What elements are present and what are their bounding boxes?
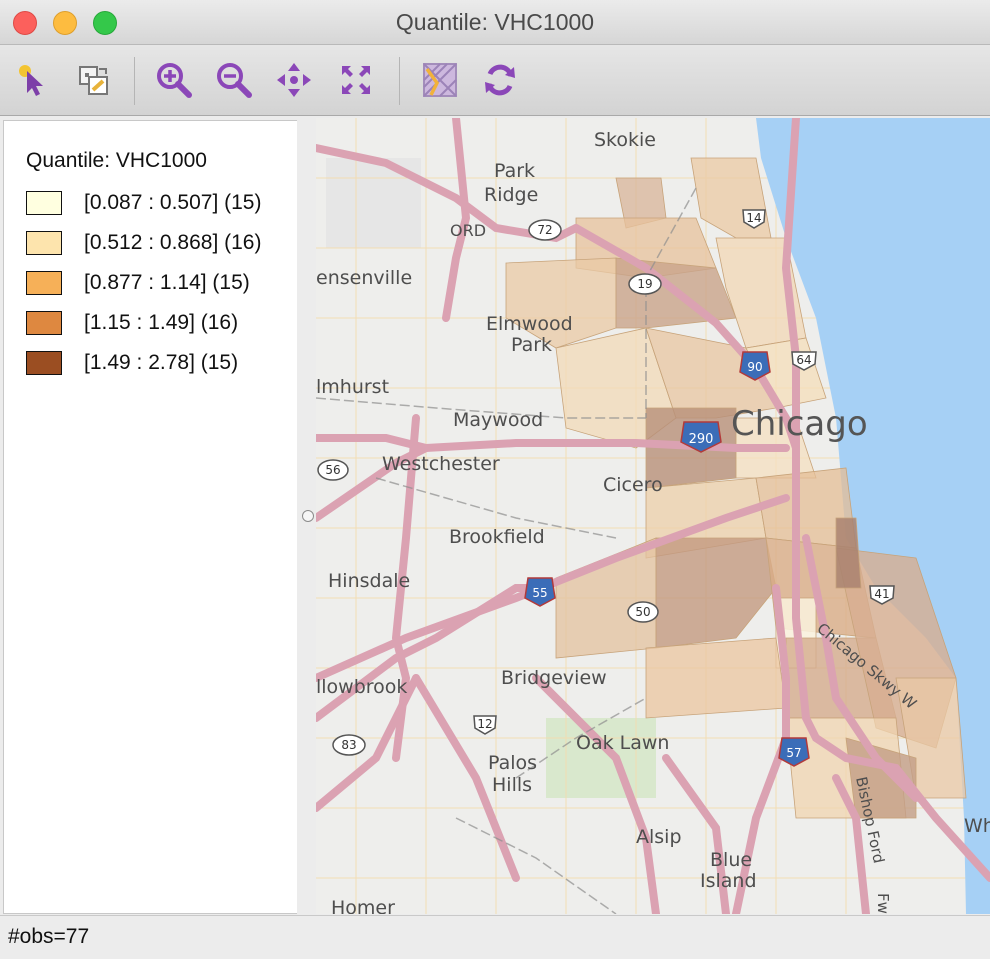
- shield-label: 83: [341, 738, 356, 752]
- zoom-in-button[interactable]: [154, 60, 194, 100]
- place-label: Maywood: [453, 409, 543, 431]
- basemap-toggle-icon: [423, 63, 457, 97]
- select-pointer-icon: [19, 65, 43, 96]
- legend-swatch: [26, 271, 62, 295]
- basemap-toggle-button[interactable]: [420, 60, 460, 100]
- place-label: Palos: [488, 752, 537, 774]
- place-label: Alsip: [636, 826, 682, 848]
- app-window: Quantile: VHC1000 Quantile: VHC1000 [0.0…: [0, 0, 990, 959]
- shield-label: 12: [477, 717, 492, 731]
- full-extent-button[interactable]: [336, 60, 376, 100]
- place-label: llowbrook: [316, 676, 407, 698]
- place-label: ensenville: [316, 267, 412, 289]
- legend-swatch: [26, 231, 62, 255]
- legend-title: Quantile: VHC1000: [26, 149, 207, 172]
- shield-label: 55: [532, 586, 547, 600]
- legend-item-label: [1.49 : 2.78] (15): [84, 351, 239, 374]
- pan-icon: [277, 63, 311, 97]
- place-label: Hills: [492, 774, 532, 796]
- refresh-icon: [485, 64, 515, 96]
- place-label: Brookfield: [449, 526, 545, 548]
- place-label: lmhurst: [316, 376, 389, 398]
- legend-item[interactable]: [1.15 : 1.49] (16): [26, 309, 238, 337]
- place-label: Park: [511, 334, 552, 356]
- place-label: Elmwood: [486, 313, 573, 335]
- legend-swatch: [26, 311, 62, 335]
- place-label: Hinsdale: [328, 570, 410, 592]
- copy-map-icon: [79, 66, 108, 95]
- place-label: Blue: [710, 849, 752, 871]
- full-extent-icon: [342, 66, 370, 94]
- shield-label: 56: [325, 463, 340, 477]
- shield-label: 14: [746, 211, 761, 225]
- legend-swatch: [26, 351, 62, 375]
- place-label: Park: [494, 160, 535, 182]
- shield-label: 41: [874, 587, 889, 601]
- split-handle[interactable]: [302, 510, 314, 522]
- legend-item[interactable]: [0.087 : 0.507] (15): [26, 189, 261, 217]
- place-label: Homer: [331, 897, 395, 914]
- legend-item[interactable]: [1.49 : 2.78] (15): [26, 349, 238, 377]
- place-label: Island: [700, 870, 757, 892]
- place-label: Wh: [964, 815, 990, 837]
- legend-panel: Quantile: VHC1000 [0.087 : 0.507] (15) […: [3, 120, 298, 914]
- pan-button[interactable]: [274, 60, 314, 100]
- legend-swatch: [26, 191, 62, 215]
- shield-label: 50: [635, 605, 650, 619]
- place-label: Westchester: [382, 453, 500, 475]
- place-label: Skokie: [594, 129, 656, 151]
- legend-item[interactable]: [0.512 : 0.868] (16): [26, 229, 261, 257]
- title-bar: Quantile: VHC1000: [0, 0, 990, 45]
- refresh-button[interactable]: [480, 60, 520, 100]
- choropleth-map[interactable]: 72 14 19 90 64 290 56 55 50 41 57 12 83 …: [316, 118, 990, 914]
- forest-preserve: [546, 718, 656, 798]
- place-label: Ridge: [484, 184, 538, 206]
- shield-label: 64: [796, 353, 811, 367]
- window-title: Quantile: VHC1000: [395, 9, 595, 35]
- shield-label: 72: [537, 223, 552, 237]
- place-label: Bridgeview: [501, 667, 607, 689]
- road-label: Fw: [874, 893, 892, 914]
- observation-count: #obs=77: [8, 925, 90, 948]
- shield-label: 57: [786, 746, 801, 760]
- place-label: Oak Lawn: [576, 732, 669, 754]
- zoom-out-button[interactable]: [214, 60, 254, 100]
- shield-label: 90: [747, 360, 762, 374]
- place-label: Cicero: [603, 474, 663, 496]
- legend-item-label: [0.877 : 1.14] (15): [84, 271, 250, 294]
- zoom-out-icon: [217, 63, 252, 98]
- place-label: Chicago: [731, 404, 868, 444]
- zoom-in-icon: [157, 63, 192, 98]
- legend-item[interactable]: [0.877 : 1.14] (15): [26, 269, 250, 297]
- toolbar: [0, 45, 990, 116]
- shield-label: 19: [637, 277, 652, 291]
- place-label: ORD: [450, 221, 486, 240]
- status-bar: #obs=77: [0, 915, 990, 959]
- legend-item-label: [1.15 : 1.49] (16): [84, 311, 239, 334]
- map-canvas[interactable]: 72 14 19 90 64 290 56 55 50 41 57 12 83 …: [316, 118, 990, 914]
- shield-label: 290: [689, 432, 714, 447]
- select-tool-button[interactable]: [14, 60, 54, 100]
- legend-item-label: [0.087 : 0.507] (15): [84, 191, 262, 214]
- legend-item-label: [0.512 : 0.868] (16): [84, 231, 262, 254]
- copy-map-button[interactable]: [73, 60, 113, 100]
